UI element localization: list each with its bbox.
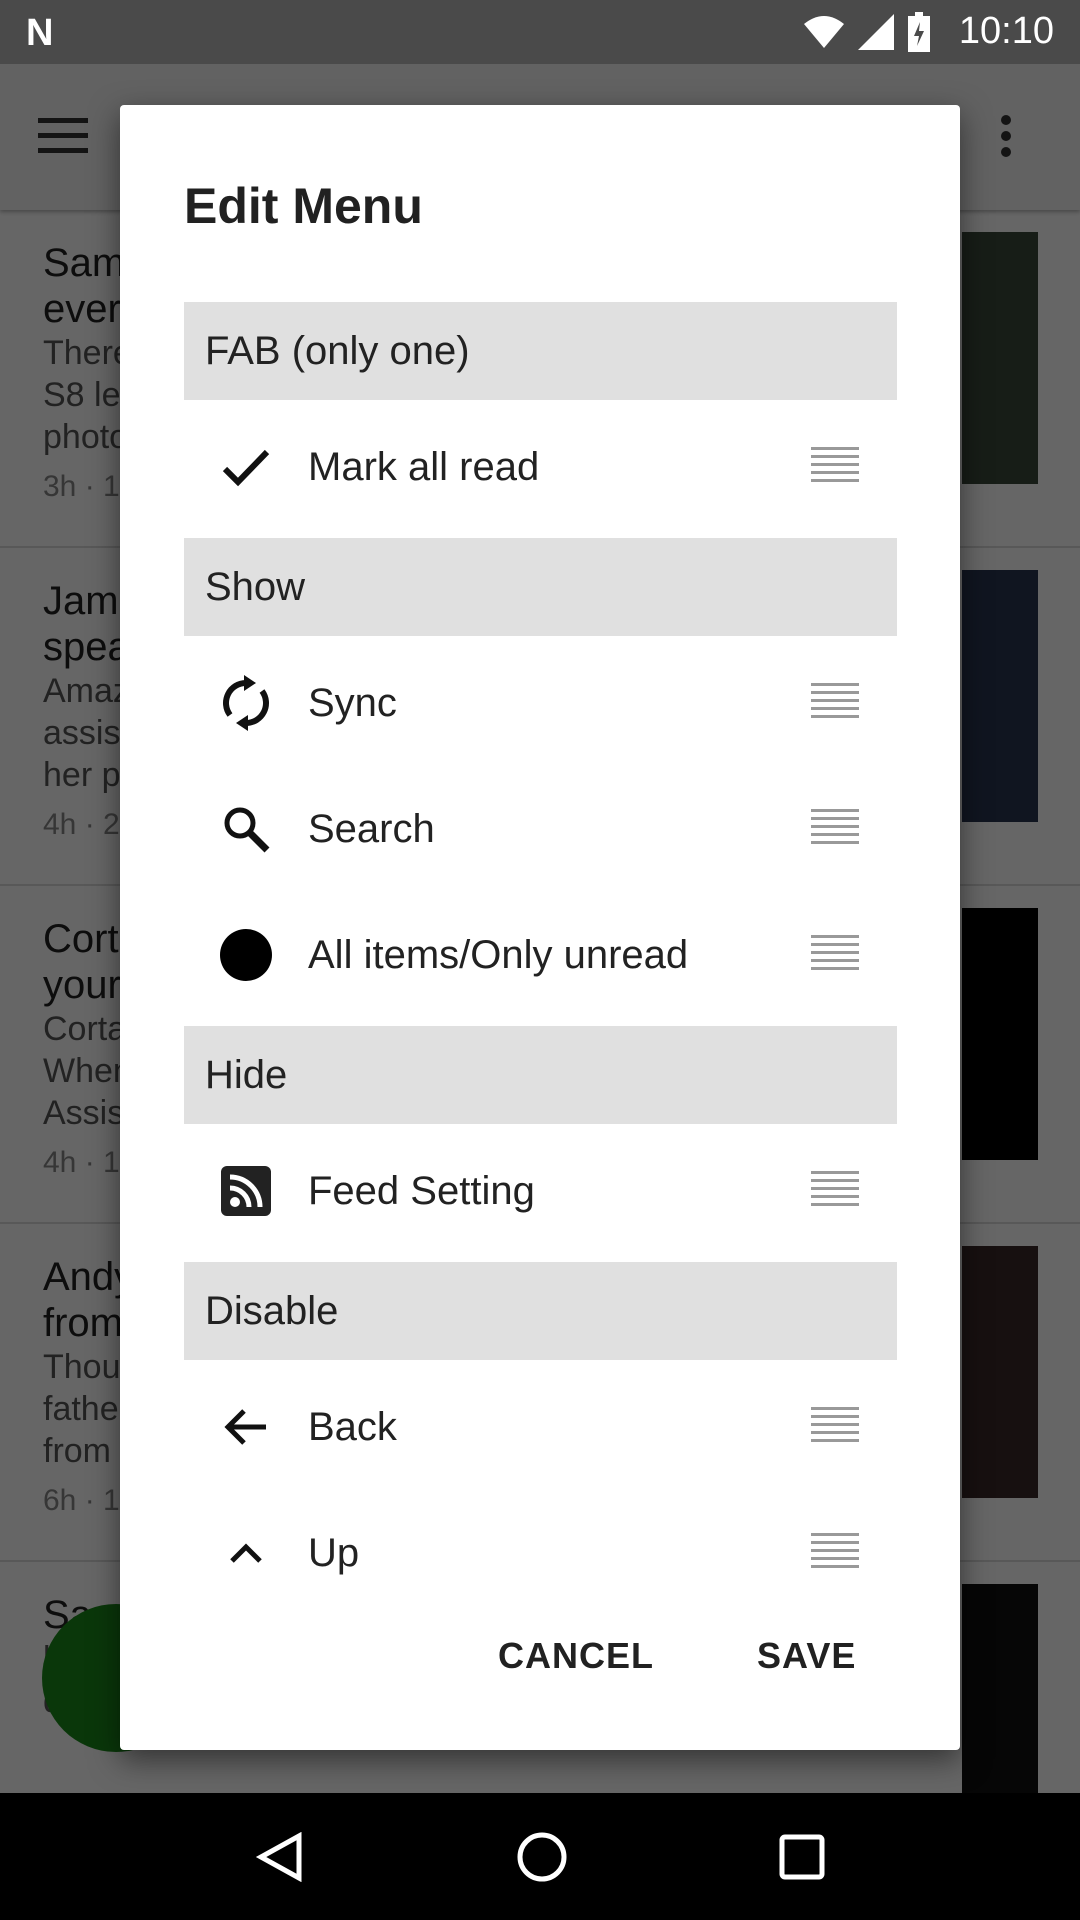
home-nav-icon[interactable]: [516, 1831, 568, 1883]
drag-handle-icon[interactable]: [811, 1171, 859, 1211]
drag-handle-icon[interactable]: [811, 683, 859, 723]
circle-icon: [184, 929, 308, 981]
menu-item-label: Sync: [308, 680, 397, 725]
battery-charging-icon: [908, 12, 930, 52]
back-nav-icon[interactable]: [255, 1831, 305, 1882]
drag-handle-icon[interactable]: [811, 1533, 859, 1573]
menu-item-label: Up: [308, 1530, 360, 1575]
navigation-bar: [0, 1793, 1080, 1920]
dialog-title: Edit Menu: [184, 178, 423, 234]
section-header: Show: [184, 538, 897, 636]
section-header: Disable: [184, 1262, 897, 1360]
chevron-up-icon: [184, 1542, 308, 1564]
save-button[interactable]: SAVE: [757, 1635, 856, 1677]
menu-item-row[interactable]: Sync: [184, 648, 897, 758]
menu-item-label: Search: [308, 806, 435, 851]
drag-handle-icon[interactable]: [811, 809, 859, 849]
clock: 10:10: [958, 10, 1054, 52]
menu-item-label: Mark all read: [308, 444, 540, 489]
menu-item-row[interactable]: Search: [184, 774, 897, 884]
check-icon: [184, 447, 308, 487]
signal-icon: [858, 14, 894, 50]
recents-nav-icon[interactable]: [779, 1834, 825, 1880]
sync-icon: [184, 675, 308, 731]
menu-item-label: Feed Setting: [308, 1168, 535, 1213]
wifi-icon: [804, 16, 844, 48]
drag-handle-icon[interactable]: [811, 935, 859, 975]
arrow-back-icon: [184, 1407, 308, 1447]
rss-feed-icon: [184, 1166, 308, 1216]
drag-handle-icon[interactable]: [811, 447, 859, 487]
menu-item-row[interactable]: All items/Only unread: [184, 900, 897, 1010]
status-bar: N 10:10: [0, 0, 1080, 64]
cancel-button[interactable]: CANCEL: [498, 1635, 654, 1677]
edit-menu-dialog: Edit Menu FAB (only one) Mark all read Sho…: [120, 105, 960, 1750]
notification-n-icon: N: [26, 12, 54, 54]
menu-item-row[interactable]: Back: [184, 1372, 897, 1482]
menu-item-row[interactable]: Mark all read: [184, 412, 897, 522]
menu-item-label: Back: [308, 1404, 397, 1449]
drag-handle-icon[interactable]: [811, 1407, 859, 1447]
menu-item-label: All items/Only unread: [308, 932, 689, 977]
section-header: Hide: [184, 1026, 897, 1124]
search-icon: [184, 805, 308, 853]
menu-item-row[interactable]: Feed Setting: [184, 1136, 897, 1246]
menu-item-row[interactable]: Up: [184, 1498, 897, 1608]
section-header: FAB (only one): [184, 302, 897, 400]
